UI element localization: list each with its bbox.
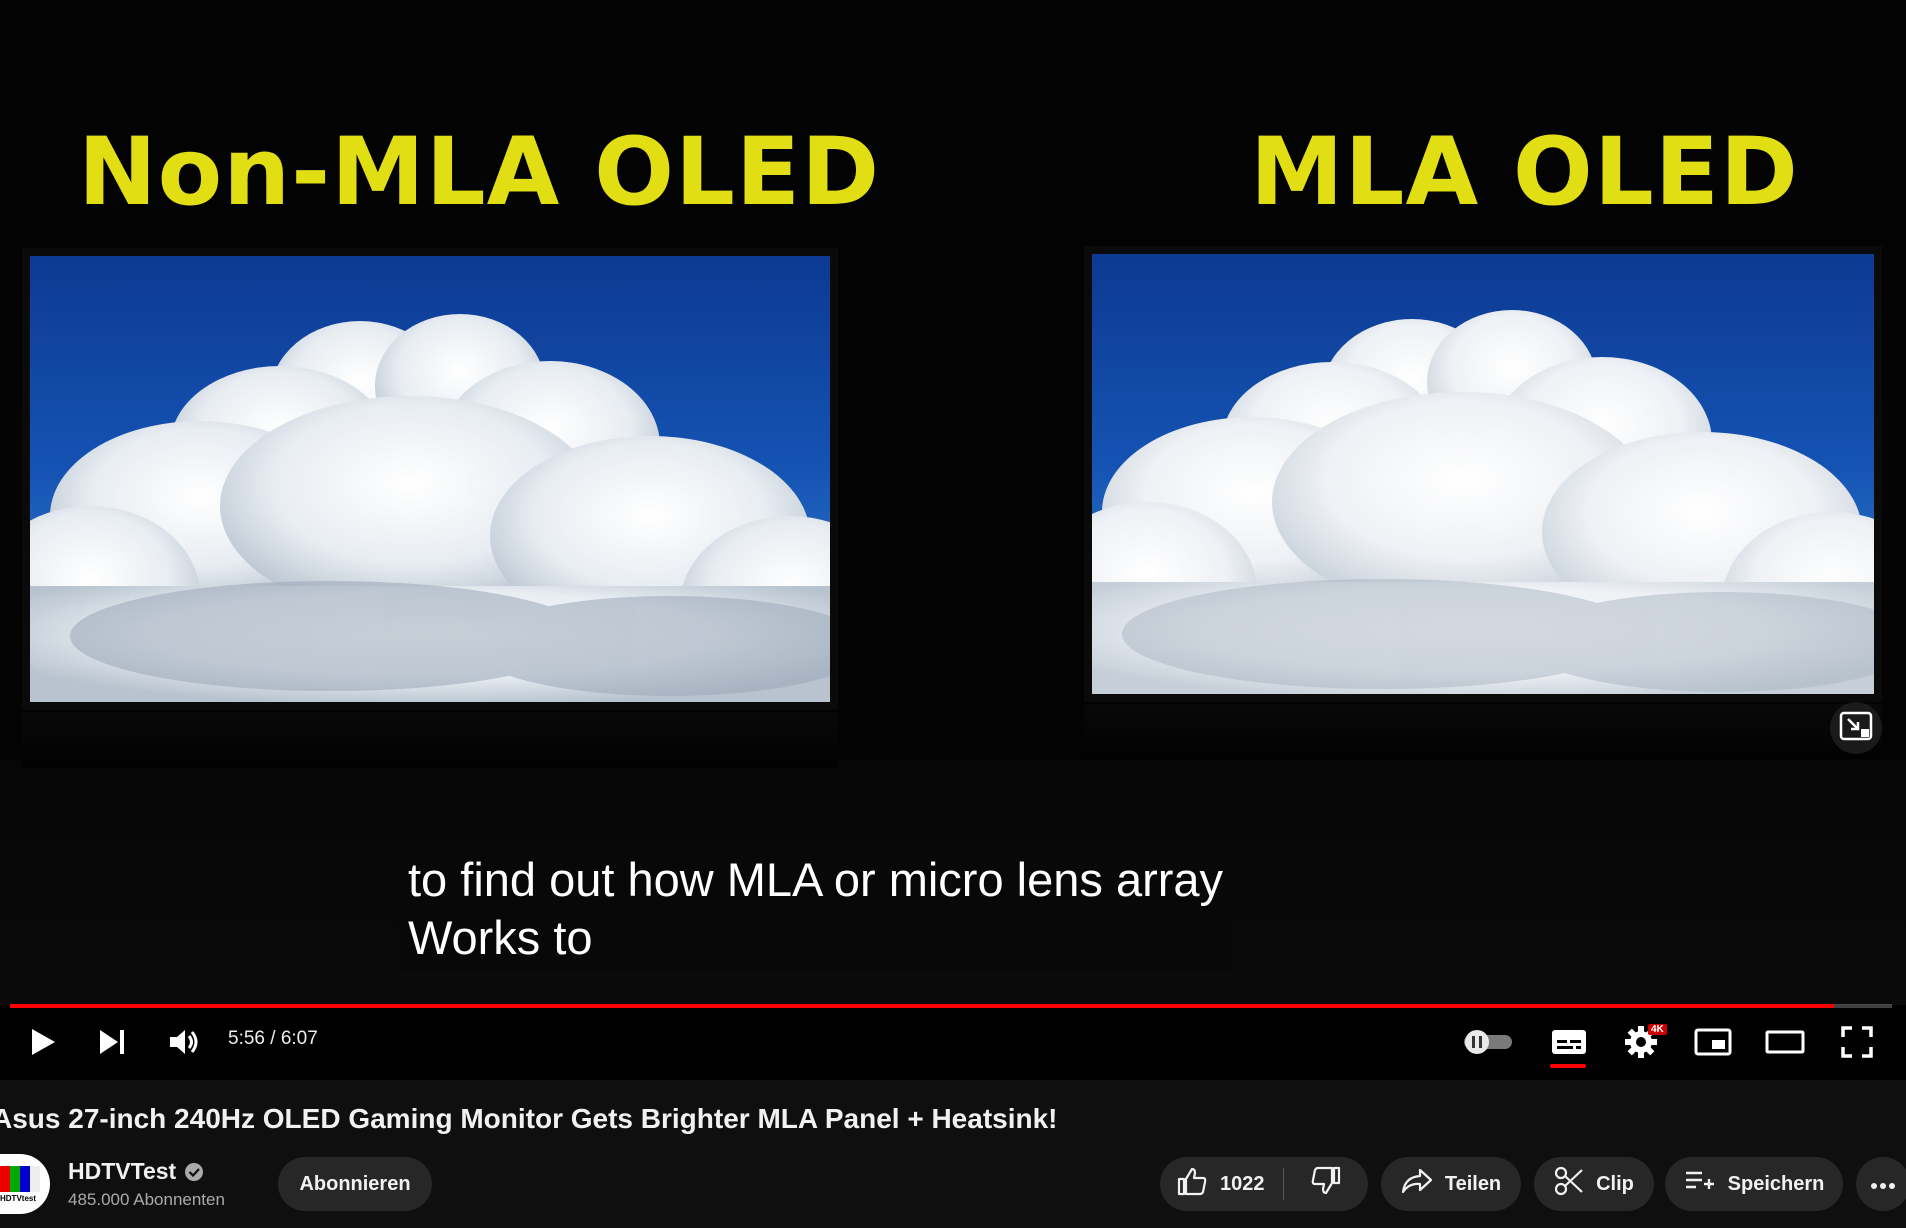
subtitles-active-indicator (1550, 1064, 1586, 1068)
video-frame[interactable]: Non-MLA OLED MLA OLED to find out how ML… (0, 0, 1906, 1005)
channel-name[interactable]: HDTVTest (68, 1158, 176, 1185)
theater-mode-button[interactable] (1760, 1016, 1810, 1072)
scissors-icon (1554, 1166, 1584, 1202)
tv-left-screen-clouds (30, 256, 830, 702)
avatar-label: HDTVtest (0, 1194, 37, 1203)
like-dislike-group: 1022 (1160, 1157, 1368, 1211)
volume-button[interactable] (160, 1016, 210, 1072)
label-mla-oled: MLA OLED (1250, 118, 1799, 227)
share-label: Teilen (1444, 1172, 1502, 1195)
save-button[interactable]: Speichern (1665, 1157, 1843, 1211)
theater-icon (1765, 1029, 1805, 1059)
miniplayer-button[interactable] (1688, 1016, 1738, 1072)
video-player[interactable]: Non-MLA OLED MLA OLED to find out how ML… (0, 0, 1906, 1080)
caption-line-2: Works to (408, 911, 593, 964)
clip-label: Clip (1596, 1172, 1634, 1195)
clip-button[interactable]: Clip (1534, 1157, 1654, 1211)
exit-zoom-button[interactable] (1830, 702, 1882, 754)
fullscreen-icon (1841, 1026, 1873, 1062)
subtitles-icon (1551, 1028, 1587, 1060)
tv-right (1084, 246, 1882, 760)
tv-left (22, 248, 838, 768)
label-non-mla-oled: Non-MLA OLED (78, 118, 881, 227)
next-button[interactable] (88, 1016, 138, 1072)
dislike-button[interactable] (1284, 1157, 1369, 1211)
caption-line-1: to find out how MLA or micro lens array (408, 853, 1224, 906)
subscribe-button[interactable]: Abonnieren (278, 1157, 432, 1211)
autoplay-toggle-icon (1462, 1029, 1514, 1059)
channel-avatar[interactable]: HDTVtest (0, 1154, 50, 1214)
more-horizontal-icon (1870, 1173, 1896, 1196)
fullscreen-button[interactable] (1832, 1016, 1882, 1072)
exit-zoom-icon (1839, 711, 1873, 745)
more-actions-button[interactable] (1856, 1157, 1906, 1211)
verified-badge-icon (184, 1162, 204, 1182)
player-controls: 5:56 / 6:07 4K (0, 1008, 1906, 1080)
add-to-playlist-icon (1684, 1169, 1716, 1199)
share-button[interactable]: Teilen (1381, 1157, 1521, 1211)
tv-left-stand (22, 712, 838, 768)
like-button[interactable]: 1022 (1160, 1157, 1283, 1211)
miniplayer-icon (1694, 1028, 1732, 1060)
save-label: Speichern (1727, 1172, 1825, 1195)
like-count: 1022 (1220, 1172, 1265, 1195)
quality-badge: 4K (1648, 1024, 1667, 1035)
play-icon (29, 1027, 57, 1061)
share-icon (1401, 1168, 1433, 1200)
avatar-color-bars (0, 1166, 40, 1192)
next-icon (98, 1028, 128, 1060)
tv-right-stand (1084, 704, 1882, 760)
play-button[interactable] (18, 1016, 68, 1072)
captions-box: to find out how MLA or micro lens array … (398, 847, 1234, 971)
video-title: Asus 27-inch 240Hz OLED Gaming Monitor G… (0, 1103, 1058, 1134)
subscriber-count: 485.000 Abonnenten (68, 1190, 225, 1209)
thumbs-down-icon (1310, 1166, 1342, 1202)
thumbs-up-icon (1176, 1166, 1220, 1202)
volume-icon (168, 1027, 202, 1061)
tv-right-screen-clouds (1092, 254, 1874, 694)
time-display: 5:56 / 6:07 (228, 1028, 318, 1049)
autoplay-toggle[interactable] (1460, 1016, 1516, 1072)
